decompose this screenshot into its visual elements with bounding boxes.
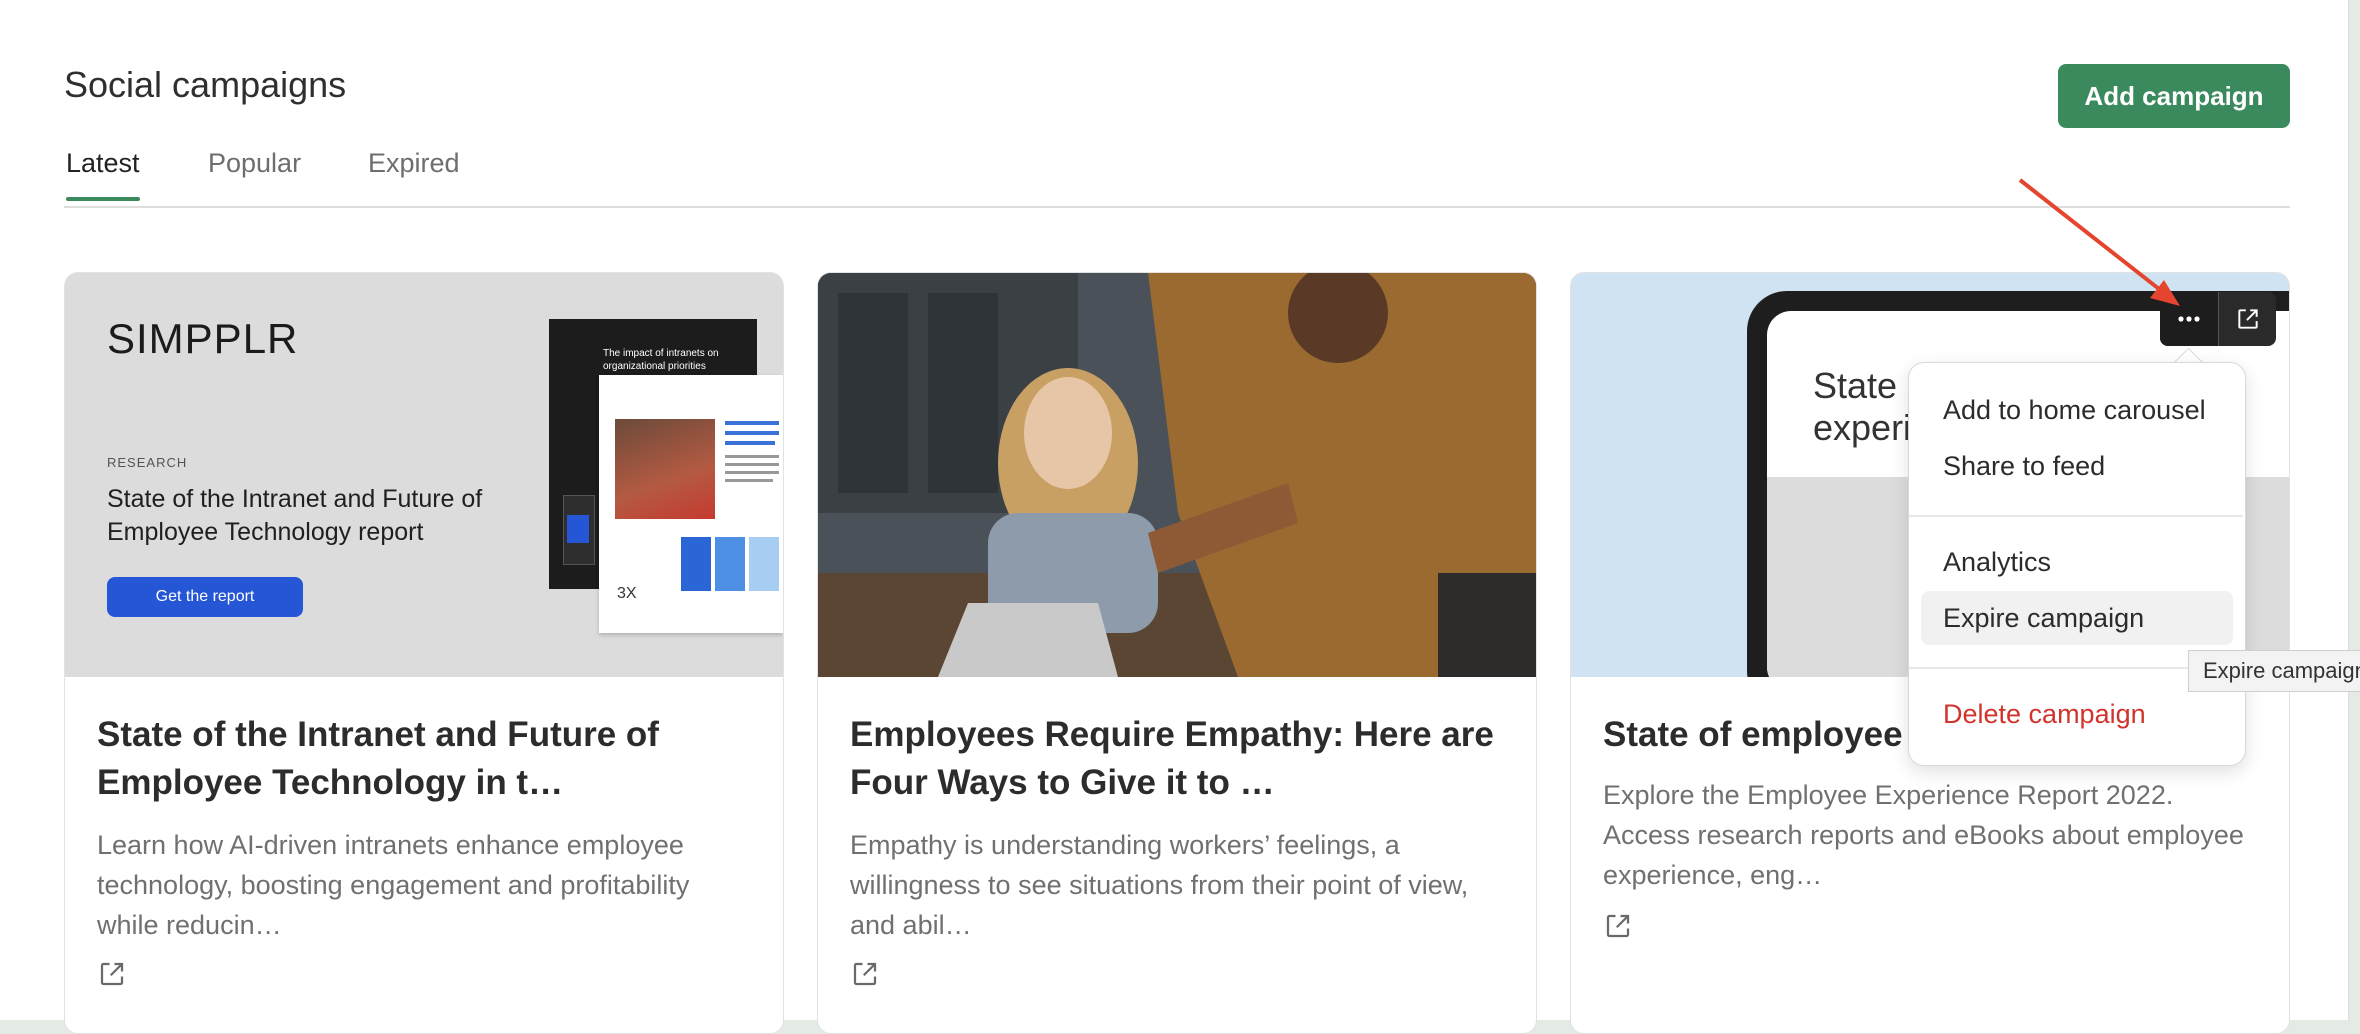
campaign-description: Empathy is understanding workers’ feelin… bbox=[850, 830, 1469, 940]
campaign-title[interactable]: Employees Require Empathy: Here are Four… bbox=[850, 711, 1504, 807]
report-cover-title: The impact of intranets on organizationa… bbox=[603, 348, 719, 372]
campaign-card[interactable]: SIMPPLR RESEARCH State of the Intranet a… bbox=[64, 272, 784, 1034]
social-campaigns-panel: Social campaigns Add campaign Latest Pop… bbox=[0, 0, 2360, 1034]
text-line bbox=[725, 479, 773, 482]
campaign-image bbox=[818, 273, 1536, 677]
simpplr-logo: SIMPPLR bbox=[107, 315, 299, 362]
person-photo bbox=[615, 419, 715, 519]
campaign-options-menu: Add to home carousel Share to feed Analy… bbox=[1908, 362, 2246, 766]
stat-graphic: 3X bbox=[617, 585, 637, 602]
menu-item-add-to-home-carousel[interactable]: Add to home carousel bbox=[1921, 383, 2233, 437]
menu-item-delete-campaign[interactable]: Delete campaign bbox=[1921, 687, 2233, 741]
menu-item-share-to-feed[interactable]: Share to feed bbox=[1921, 439, 2233, 493]
bar-graphic bbox=[681, 537, 711, 591]
campaign-card[interactable]: Employees Require Empathy: Here are Four… bbox=[817, 272, 1537, 1034]
external-link-icon[interactable] bbox=[850, 959, 880, 989]
phone-screen-graphic bbox=[567, 515, 589, 543]
external-link-icon[interactable] bbox=[1603, 911, 1633, 941]
menu-item-analytics[interactable]: Analytics bbox=[1921, 535, 2233, 589]
text-line bbox=[725, 455, 779, 458]
open-campaign-button[interactable] bbox=[2218, 292, 2277, 346]
text-line bbox=[725, 431, 779, 435]
text-line bbox=[725, 463, 779, 466]
external-link-icon[interactable] bbox=[97, 959, 127, 989]
campaign-description: Explore the Employee Experience Report 2… bbox=[1603, 780, 2244, 890]
external-link-icon bbox=[2238, 309, 2258, 329]
campaign-description: Learn how AI-driven intranets enhance em… bbox=[97, 830, 690, 940]
add-campaign-button[interactable]: Add campaign bbox=[2058, 64, 2290, 128]
more-options-button[interactable] bbox=[2160, 292, 2218, 346]
page-title: Social campaigns bbox=[64, 64, 347, 105]
menu-divider bbox=[1909, 515, 2243, 517]
menu-item-expire-campaign[interactable]: Expire campaign bbox=[1921, 591, 2233, 645]
report-page-light: 3X bbox=[599, 375, 783, 633]
tab-popular[interactable]: Popular bbox=[208, 148, 301, 197]
image-eyebrow: RESEARCH bbox=[107, 455, 188, 470]
campaign-image: SIMPPLR RESEARCH State of the Intranet a… bbox=[65, 273, 783, 677]
bar-graphic bbox=[749, 537, 779, 591]
text-line bbox=[725, 471, 779, 474]
ellipsis-icon bbox=[2178, 316, 2200, 322]
tab-expired[interactable]: Expired bbox=[368, 148, 460, 197]
card-actions-overlay bbox=[2160, 292, 2276, 346]
text-line bbox=[725, 441, 775, 445]
image-headline: State of the Intranet and Future of Empl… bbox=[107, 485, 483, 546]
get-report-button: Get the report bbox=[107, 577, 303, 617]
tooltip: Expire campaign bbox=[2188, 650, 2360, 692]
text-line bbox=[725, 421, 779, 425]
bar-graphic bbox=[715, 537, 745, 591]
tab-latest[interactable]: Latest bbox=[66, 148, 140, 201]
campaign-title[interactable]: State of the Intranet and Future of Empl… bbox=[97, 711, 751, 807]
office-photo bbox=[818, 273, 1536, 677]
campaign-tabs: Latest Popular Expired bbox=[64, 148, 2290, 208]
